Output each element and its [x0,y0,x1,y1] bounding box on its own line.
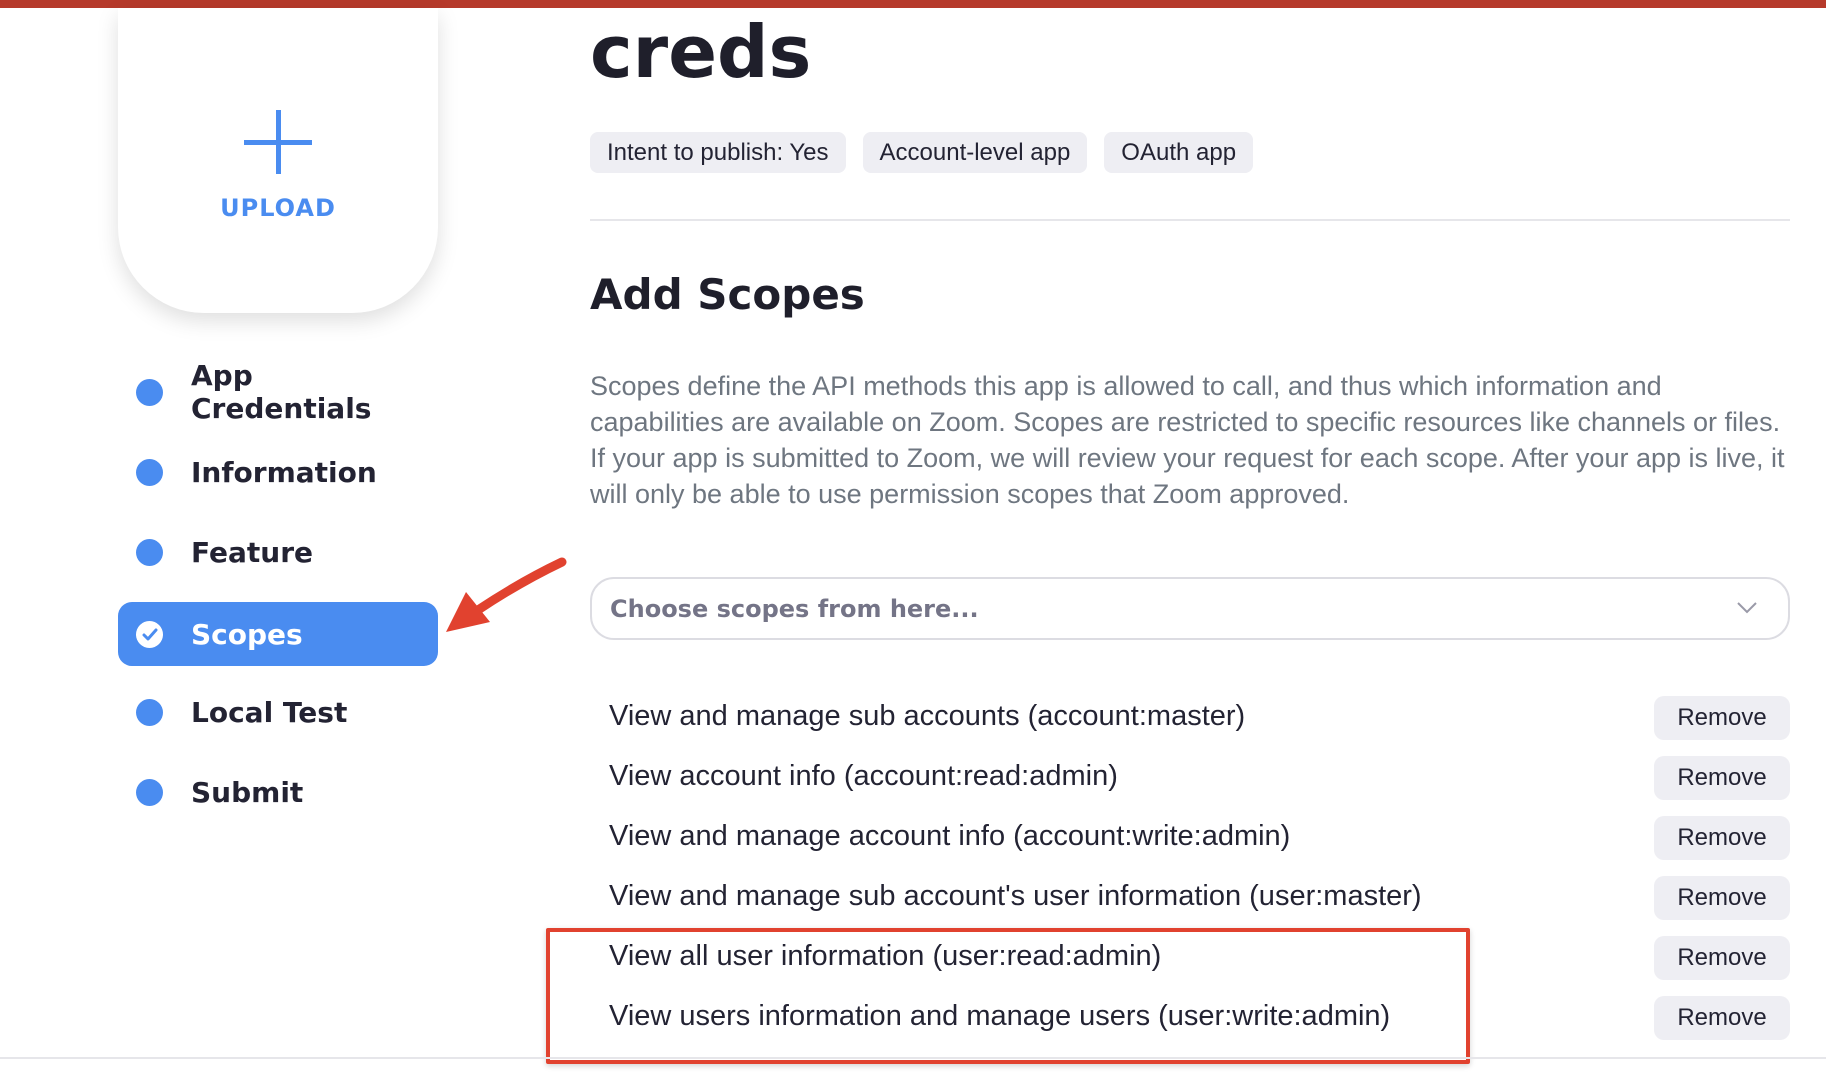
upload-label: UPLOAD [220,194,336,222]
remove-button[interactable]: Remove [1654,756,1790,800]
sidebar-item-scopes[interactable]: Scopes [118,602,438,666]
step-dot-icon [136,778,163,806]
step-dot-icon [136,698,163,726]
section-description: Scopes define the API methods this app i… [590,371,1785,509]
scope-row: View account info (account:read:admin) R… [590,748,1790,808]
annotation-highlight-box [546,928,1470,1064]
checkmark-icon [136,620,163,648]
step-dot-icon [136,538,163,566]
sidebar-item-label: Scopes [191,617,303,651]
scope-row: View and manage account info (account:wr… [590,808,1790,868]
scope-row: View and manage sub accounts (account:ma… [590,688,1790,748]
step-dot-icon [136,458,163,486]
remove-button[interactable]: Remove [1654,696,1790,740]
tag-intent-to-publish: Intent to publish: Yes [590,132,846,173]
divider [590,219,1790,221]
sidebar-item-label: Information [191,455,377,489]
sidebar-item-label: App Credentials [191,359,372,425]
remove-button[interactable]: Remove [1654,936,1790,980]
remove-button[interactable]: Remove [1654,876,1790,920]
sidebar-item-feature[interactable]: Feature [118,520,438,584]
section-title: Add Scopes [590,270,865,319]
sidebar-item-information[interactable]: Information [118,440,438,504]
scope-label: View and manage sub account's user infor… [609,880,1422,912]
bottom-divider [0,1057,1826,1059]
scope-label: View and manage sub accounts (account:ma… [609,700,1246,732]
scope-row: View and manage sub account's user infor… [590,868,1790,928]
remove-button[interactable]: Remove [1654,996,1790,1040]
scope-label: View and manage account info (account:wr… [609,820,1291,852]
scope-select-placeholder: Choose scopes from here... [610,594,979,623]
tag-account-level: Account-level app [862,132,1088,173]
sidebar-item-label: Submit [191,775,304,809]
sidebar-item-label: Feature [191,535,313,569]
page-title: creds [590,10,812,94]
scope-select[interactable]: Choose scopes from here... [590,577,1790,640]
sidebar-item-local-test[interactable]: Local Test [118,680,438,744]
step-dot-icon [136,378,163,406]
remove-button[interactable]: Remove [1654,816,1790,860]
sidebar-item-app-credentials[interactable]: App Credentials [118,359,438,425]
sidebar-item-label: Local Test [191,695,348,729]
app-tags: Intent to publish: Yes Account-level app… [590,132,1254,173]
chevron-down-icon [1737,602,1757,614]
upload-button[interactable]: UPLOAD [118,8,438,313]
sidebar-item-submit[interactable]: Submit [118,760,438,824]
tag-oauth: OAuth app [1104,132,1254,173]
scope-label: View account info (account:read:admin) [609,760,1118,792]
top-accent-bar [0,0,1826,8]
annotation-arrow-icon [446,557,567,632]
